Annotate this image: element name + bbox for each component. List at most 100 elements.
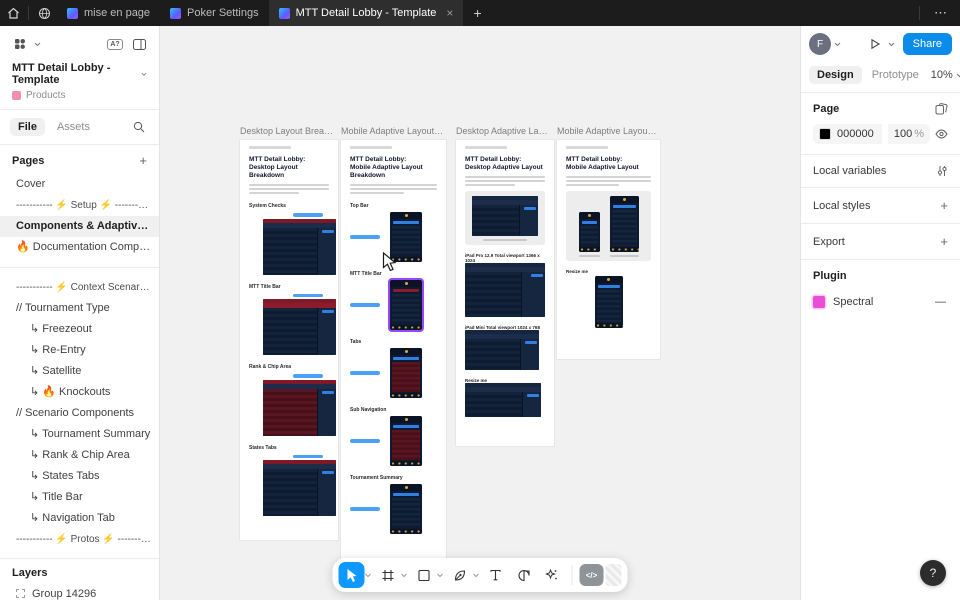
eye-visibility-icon[interactable] xyxy=(935,129,948,139)
annotation-highlight[interactable] xyxy=(350,235,380,239)
canvas[interactable]: Desktop Layout Breakdo... Mobile Adaptiv… xyxy=(160,26,800,600)
screenshot-thumbnail[interactable] xyxy=(263,460,336,516)
page-item[interactable]: ↳ Tournament Summary xyxy=(0,424,159,445)
help-button[interactable]: ? xyxy=(920,560,946,586)
frame-label[interactable]: Mobile Adaptive Layout Br... xyxy=(557,126,659,136)
page-item[interactable]: ↳ Re-Entry xyxy=(0,340,159,361)
page-item-separator[interactable]: ----------- ⚡ Protos ⚡ ------------ xyxy=(0,529,159,550)
add-export-icon[interactable]: + xyxy=(940,234,948,249)
frame-label[interactable]: Desktop Layout Breakdo... xyxy=(240,126,336,136)
screenshot-thumbnail[interactable] xyxy=(465,263,545,317)
tab-file[interactable]: File xyxy=(10,118,45,136)
chevron-down-icon[interactable] xyxy=(365,573,372,578)
tab-assets[interactable]: Assets xyxy=(49,118,98,136)
frame-tool[interactable] xyxy=(375,562,401,588)
annotation-highlight[interactable] xyxy=(293,374,323,378)
home-icon[interactable] xyxy=(0,0,26,26)
share-button[interactable]: Share xyxy=(903,33,952,55)
search-icon[interactable] xyxy=(129,117,149,137)
frame-desktop-layout-breakdown[interactable]: MTT Detail Lobby:Desktop Layout Breakdow… xyxy=(240,140,338,540)
frame-mobile-adaptive-layout[interactable]: MTT Detail Lobby:Mobile Adaptive Layout … xyxy=(557,140,660,359)
page-item[interactable]: ↳ Satellite xyxy=(0,361,159,382)
screenshot-thumbnail[interactable] xyxy=(465,330,539,370)
page-item[interactable]: // Tournament Type xyxy=(0,298,159,319)
page-item[interactable]: ↳ States Tabs xyxy=(0,466,159,487)
file-tab-mtt-detail-lobby[interactable]: MTT Detail Lobby - Template × xyxy=(269,0,464,26)
close-tab-icon[interactable]: × xyxy=(446,6,453,20)
screenshot-thumbnail[interactable] xyxy=(595,276,623,328)
add-page-icon[interactable]: + xyxy=(139,153,147,168)
frame-mobile-adaptive-layout-breakdown[interactable]: MTT Detail Lobby:Mobile Adaptive Layout … xyxy=(341,140,446,582)
remove-plugin-icon[interactable]: — xyxy=(933,296,948,308)
annotation-highlight[interactable] xyxy=(293,455,323,459)
annotation-highlight[interactable] xyxy=(350,439,380,443)
page-item[interactable]: ↳ 🔥 Knockouts xyxy=(0,382,159,403)
screenshot-thumbnail[interactable] xyxy=(579,212,600,252)
project-link[interactable]: Products xyxy=(0,86,159,109)
comment-tool[interactable] xyxy=(511,562,537,588)
screenshot-thumbnail[interactable] xyxy=(390,484,422,534)
file-tab-mise-en-page[interactable]: mise en page xyxy=(57,0,160,26)
screenshot-thumbnail[interactable] xyxy=(390,212,422,262)
export-row[interactable]: Export xyxy=(813,236,845,248)
page-item[interactable]: ↳ Freezeout xyxy=(0,319,159,340)
screenshot-thumbnail[interactable] xyxy=(263,299,336,355)
pen-tool[interactable] xyxy=(447,562,473,588)
annotation-highlight[interactable] xyxy=(350,371,380,375)
chevron-down-icon[interactable] xyxy=(473,573,480,578)
screenshot-thumbnail[interactable] xyxy=(465,383,541,417)
ai-actions-icon[interactable]: A? xyxy=(105,34,125,54)
frame-desktop-adaptive-layout[interactable]: MTT Detail Lobby:Desktop Adaptive Layout… xyxy=(456,140,554,446)
screenshot-thumbnail-selected[interactable] xyxy=(390,280,422,330)
variables-sliders-icon[interactable] xyxy=(936,165,948,177)
page-item[interactable]: // Scenario Components xyxy=(0,403,159,424)
chevron-down-icon[interactable] xyxy=(437,573,444,578)
page-color-input[interactable]: 000000 xyxy=(813,124,882,144)
figma-menu-icon[interactable] xyxy=(10,34,30,54)
callout-box[interactable] xyxy=(465,191,545,245)
callout-box[interactable] xyxy=(566,191,651,261)
color-swatch[interactable] xyxy=(819,128,831,140)
dev-mode-toggle[interactable]: </> xyxy=(580,564,622,586)
globe-icon[interactable] xyxy=(31,0,57,26)
page-item-separator[interactable]: ----------- ⚡ Setup ⚡ ------------ xyxy=(0,195,159,216)
screenshot-thumbnail[interactable] xyxy=(610,196,639,252)
text-tool[interactable] xyxy=(483,562,509,588)
actions-sparkle-tool[interactable] xyxy=(539,562,565,588)
local-styles-row[interactable]: Local styles xyxy=(813,200,870,212)
styles-library-icon[interactable] xyxy=(935,103,948,115)
frame-label[interactable]: Mobile Adaptive Layout Br... xyxy=(341,126,445,136)
screenshot-thumbnail[interactable] xyxy=(472,196,538,236)
local-variables-row[interactable]: Local variables xyxy=(813,165,886,177)
avatar[interactable]: F xyxy=(809,33,831,55)
annotation-highlight[interactable] xyxy=(293,294,323,298)
page-item[interactable]: ↳ Rank & Chip Area xyxy=(0,445,159,466)
chevron-down-icon[interactable] xyxy=(834,42,841,47)
plugin-spectral-row[interactable]: Spectral xyxy=(833,296,873,308)
file-tab-poker-settings[interactable]: Poker Settings xyxy=(160,0,269,26)
overflow-menu-icon[interactable]: ⋯ xyxy=(922,5,960,21)
annotation-highlight[interactable] xyxy=(293,213,323,217)
page-opacity-input[interactable]: 100 % xyxy=(888,124,930,144)
add-style-icon[interactable]: + xyxy=(940,198,948,213)
page-item[interactable]: Cover xyxy=(0,174,159,195)
tab-design[interactable]: Design xyxy=(809,66,862,84)
layer-item-group[interactable]: Group 14296 xyxy=(0,583,159,600)
new-tab-button[interactable]: + xyxy=(463,5,491,21)
move-tool[interactable] xyxy=(339,562,365,588)
page-item[interactable]: ↳ Navigation Tab xyxy=(0,508,159,529)
screenshot-thumbnail[interactable] xyxy=(390,416,422,466)
annotation-highlight[interactable] xyxy=(350,303,380,307)
frame-label[interactable]: Desktop Adaptive Layou... xyxy=(456,126,552,136)
chevron-down-icon[interactable] xyxy=(401,573,408,578)
present-play-icon[interactable] xyxy=(865,34,885,54)
screenshot-thumbnail[interactable] xyxy=(263,219,336,275)
screenshot-thumbnail[interactable] xyxy=(263,380,336,436)
tab-prototype[interactable]: Prototype xyxy=(864,66,927,84)
screenshot-thumbnail[interactable] xyxy=(390,348,422,398)
page-item-selected[interactable]: Components & Adaptive Layout xyxy=(0,216,159,237)
page-item-separator[interactable]: ----------- ⚡ Context Scenarios ⚡ --... xyxy=(0,277,159,298)
rectangle-tool[interactable] xyxy=(411,562,437,588)
page-item[interactable]: 🔥 Documentation Components (temp... xyxy=(0,237,159,258)
chevron-down-icon[interactable] xyxy=(888,42,895,47)
